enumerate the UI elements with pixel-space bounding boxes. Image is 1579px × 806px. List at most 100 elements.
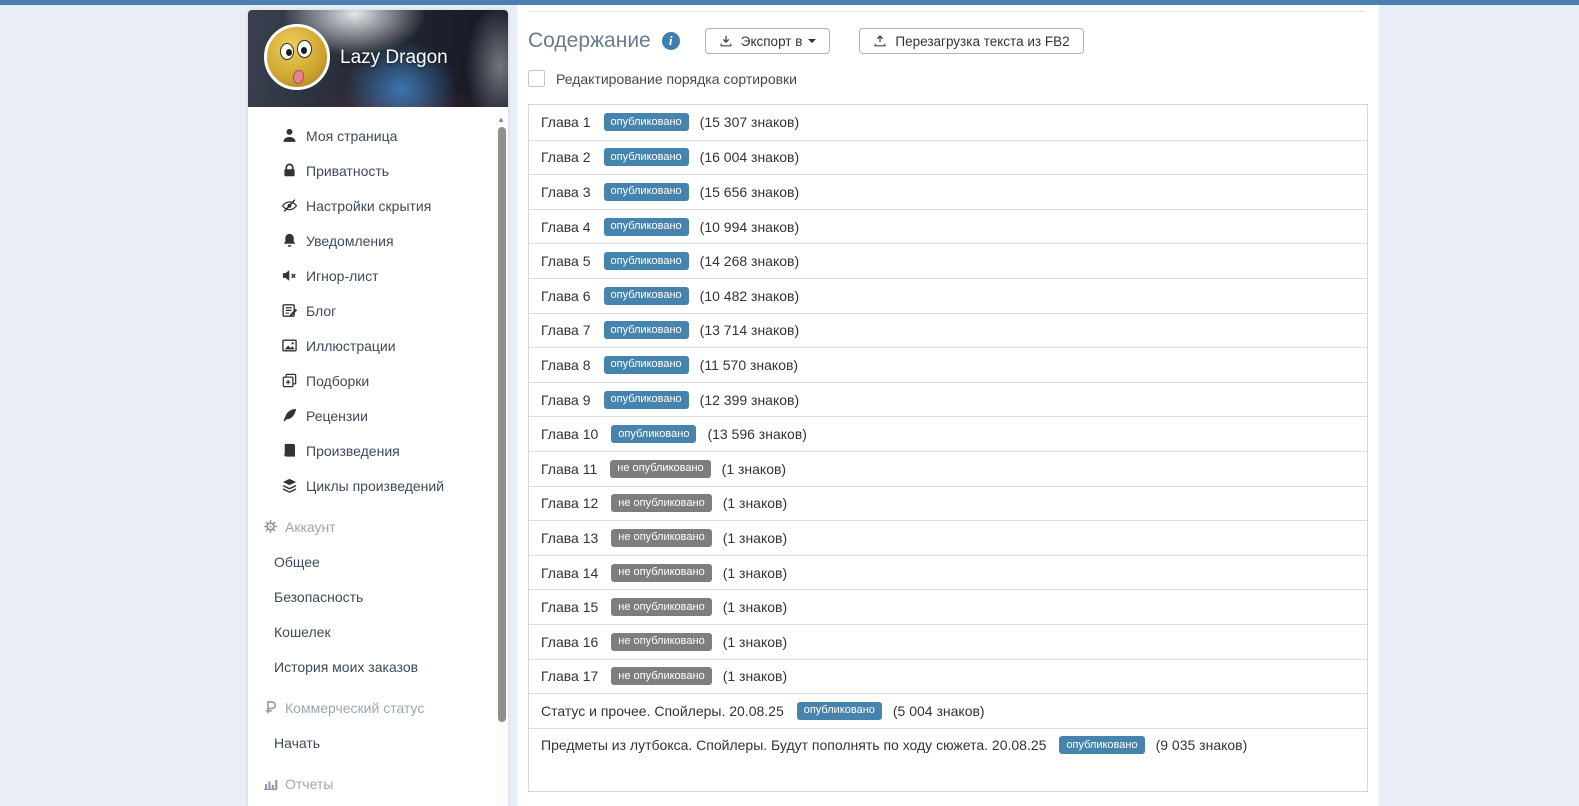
- chapter-char-count: (13 714 знаков): [699, 322, 800, 339]
- sidebar-scrollbar-thumb[interactable]: [498, 127, 506, 722]
- status-badge: опубликовано: [603, 286, 689, 305]
- status-badge: опубликовано: [796, 701, 882, 720]
- sidebar-item-reviews[interactable]: Рецензии: [248, 398, 508, 433]
- sidebar-item-my-page[interactable]: Моя страница: [248, 118, 508, 153]
- sidebar-item-start-commercial[interactable]: Начать: [248, 725, 508, 760]
- chapter-row: Глава 6 опубликовано (10 482 знаков): [529, 277, 1367, 313]
- sidebar-item-wallet[interactable]: Кошелек: [248, 614, 508, 649]
- sidebar-item-collections[interactable]: Подборки: [248, 363, 508, 398]
- chapters-list: Глава 1 опубликовано (15 307 знаков) Гла…: [528, 104, 1368, 793]
- sort-order-row: Редактирование порядка сортировки: [528, 70, 1379, 87]
- feather-icon: [281, 407, 298, 424]
- collections-icon: [281, 372, 298, 389]
- chapter-title-link[interactable]: Глава 17: [541, 668, 598, 684]
- chapter-title-link[interactable]: Глава 3: [541, 184, 591, 200]
- chapter-title-link[interactable]: Глава 15: [541, 599, 598, 615]
- chapter-row: Глава 9 опубликовано (12 399 знаков): [529, 381, 1367, 417]
- lock-icon: [281, 162, 298, 179]
- sidebar-item-general[interactable]: Общее: [248, 544, 508, 579]
- sidebar-item-ignore-list[interactable]: Игнор-лист: [248, 258, 508, 293]
- sidebar-item-label: Рецензии: [306, 407, 368, 424]
- sidebar-item-order-history[interactable]: История моих заказов: [248, 649, 508, 684]
- chapter-title-link[interactable]: Глава 8: [541, 357, 591, 373]
- chapter-row: Глава 3 опубликовано (15 656 знаков): [529, 174, 1367, 209]
- chapter-title-link[interactable]: Глава 13: [541, 530, 598, 546]
- sidebar-section-label: Аккаунт: [285, 518, 336, 535]
- chapter-row: Глава 4 опубликовано (10 994 знаков): [529, 208, 1367, 244]
- chapter-title-link[interactable]: Глава 16: [541, 634, 598, 650]
- status-badge: не опубликовано: [611, 667, 712, 686]
- chapter-title-link[interactable]: Глава 12: [541, 495, 598, 511]
- chapter-title-link[interactable]: Глава 11: [541, 461, 597, 477]
- status-badge: не опубликовано: [610, 459, 711, 478]
- chapter-row: Глава 10 опубликовано (13 596 знаков): [529, 416, 1367, 451]
- sidebar-item-hide-settings[interactable]: Настройки скрытия: [248, 188, 508, 223]
- sidebar-item-label: Циклы произведений: [306, 477, 445, 494]
- chapter-title-link[interactable]: Предметы из лутбокса. Спойлеры. Будут по…: [541, 737, 1046, 753]
- chapter-row: Глава 8 опубликовано (11 570 знаков): [529, 347, 1367, 382]
- sidebar-item-works[interactable]: Произведения: [248, 433, 508, 468]
- chapter-title-link[interactable]: Глава 7: [541, 322, 591, 338]
- chapter-title-link[interactable]: Глава 1: [541, 114, 591, 130]
- sidebar-item-label: Настройки скрытия: [306, 197, 432, 214]
- sidebar-item-label: Общее: [274, 553, 320, 570]
- sidebar-section-commercial-status[interactable]: Коммерческий статус: [248, 690, 508, 725]
- sidebar-section-label: Отчеты: [285, 775, 334, 792]
- sidebar-item-privacy[interactable]: Приватность: [248, 153, 508, 188]
- sidebar-section-account[interactable]: Аккаунт: [248, 509, 508, 544]
- chapter-char-count: (1 знаков): [722, 668, 788, 685]
- sidebar-item-security[interactable]: Безопасность: [248, 579, 508, 614]
- chapter-title-link[interactable]: Глава 6: [541, 288, 591, 304]
- sidebar-item-notifications[interactable]: Уведомления: [248, 223, 508, 258]
- chapter-title-link[interactable]: Глава 2: [541, 149, 591, 165]
- chapter-row: Предметы из лутбокса. Спойлеры. Будут по…: [529, 727, 1367, 763]
- main-panel: Содержание i Экспорт в Перезагрузка текс…: [517, 5, 1379, 806]
- chapter-title-link[interactable]: Глава 5: [541, 253, 591, 269]
- sidebar-item-label: Подборки: [306, 372, 370, 389]
- sidebar-item-label: Уведомления: [306, 232, 394, 249]
- status-badge: опубликовано: [603, 390, 689, 409]
- chapter-title-link[interactable]: Глава 9: [541, 392, 591, 408]
- sidebar-item-label: Блог: [306, 302, 337, 319]
- status-badge: не опубликовано: [611, 494, 712, 513]
- sidebar-item-label: Приватность: [306, 162, 390, 179]
- status-badge: опубликовано: [603, 217, 689, 236]
- chapter-char-count: (10 994 знаков): [699, 218, 800, 235]
- download-icon: [719, 34, 733, 48]
- chapter-title-link[interactable]: Глава 14: [541, 565, 598, 581]
- chevron-down-icon: [808, 39, 817, 43]
- chapter-char-count: (14 268 знаков): [699, 253, 800, 270]
- stack-icon: [281, 477, 298, 494]
- reload-fb2-button[interactable]: Перезагрузка текста из FB2: [859, 28, 1084, 54]
- sidebar-item-blog[interactable]: Блог: [248, 293, 508, 328]
- chapter-char-count: (12 399 знаков): [699, 391, 800, 408]
- status-badge: опубликовано: [603, 355, 689, 374]
- sidebar-item-work-cycles[interactable]: Циклы произведений: [248, 468, 508, 503]
- sidebar-item-illustrations[interactable]: Иллюстрации: [248, 328, 508, 363]
- sidebar-section-reports[interactable]: Отчеты: [248, 766, 508, 801]
- chapter-char-count: (15 307 знаков): [699, 114, 800, 131]
- book-icon: [281, 442, 298, 459]
- chapter-row: Глава 17 не опубликовано (1 знаков): [529, 658, 1367, 694]
- chapter-title-link[interactable]: Глава 10: [541, 426, 598, 442]
- chapter-title-link[interactable]: Глава 4: [541, 219, 591, 235]
- status-badge: опубликовано: [603, 148, 689, 167]
- gears-icon: [262, 518, 279, 535]
- profile-card[interactable]: Lazy Dragon: [248, 10, 508, 107]
- avatar-tongue: [291, 69, 306, 85]
- eye-slash-icon: [281, 197, 298, 214]
- export-button[interactable]: Экспорт в: [704, 28, 831, 54]
- chapter-title-link[interactable]: Статус и прочее. Спойлеры. 20.08.25: [541, 703, 784, 719]
- chapter-row: Глава 12 не опубликовано (1 знаков): [529, 485, 1367, 521]
- mute-icon: [281, 267, 298, 284]
- status-badge: опубликовано: [603, 252, 689, 271]
- avatar[interactable]: [264, 24, 330, 90]
- chapter-char-count: (1 знаков): [722, 564, 788, 581]
- status-badge: опубликовано: [603, 113, 689, 132]
- scroll-up-icon[interactable]: ▲: [497, 116, 505, 124]
- chapter-row: Глава 1 опубликовано (15 307 знаков): [529, 105, 1367, 140]
- status-badge: не опубликовано: [611, 598, 712, 617]
- sort-order-checkbox[interactable]: [528, 70, 545, 87]
- info-icon[interactable]: i: [661, 32, 680, 50]
- bell-icon: [281, 232, 298, 249]
